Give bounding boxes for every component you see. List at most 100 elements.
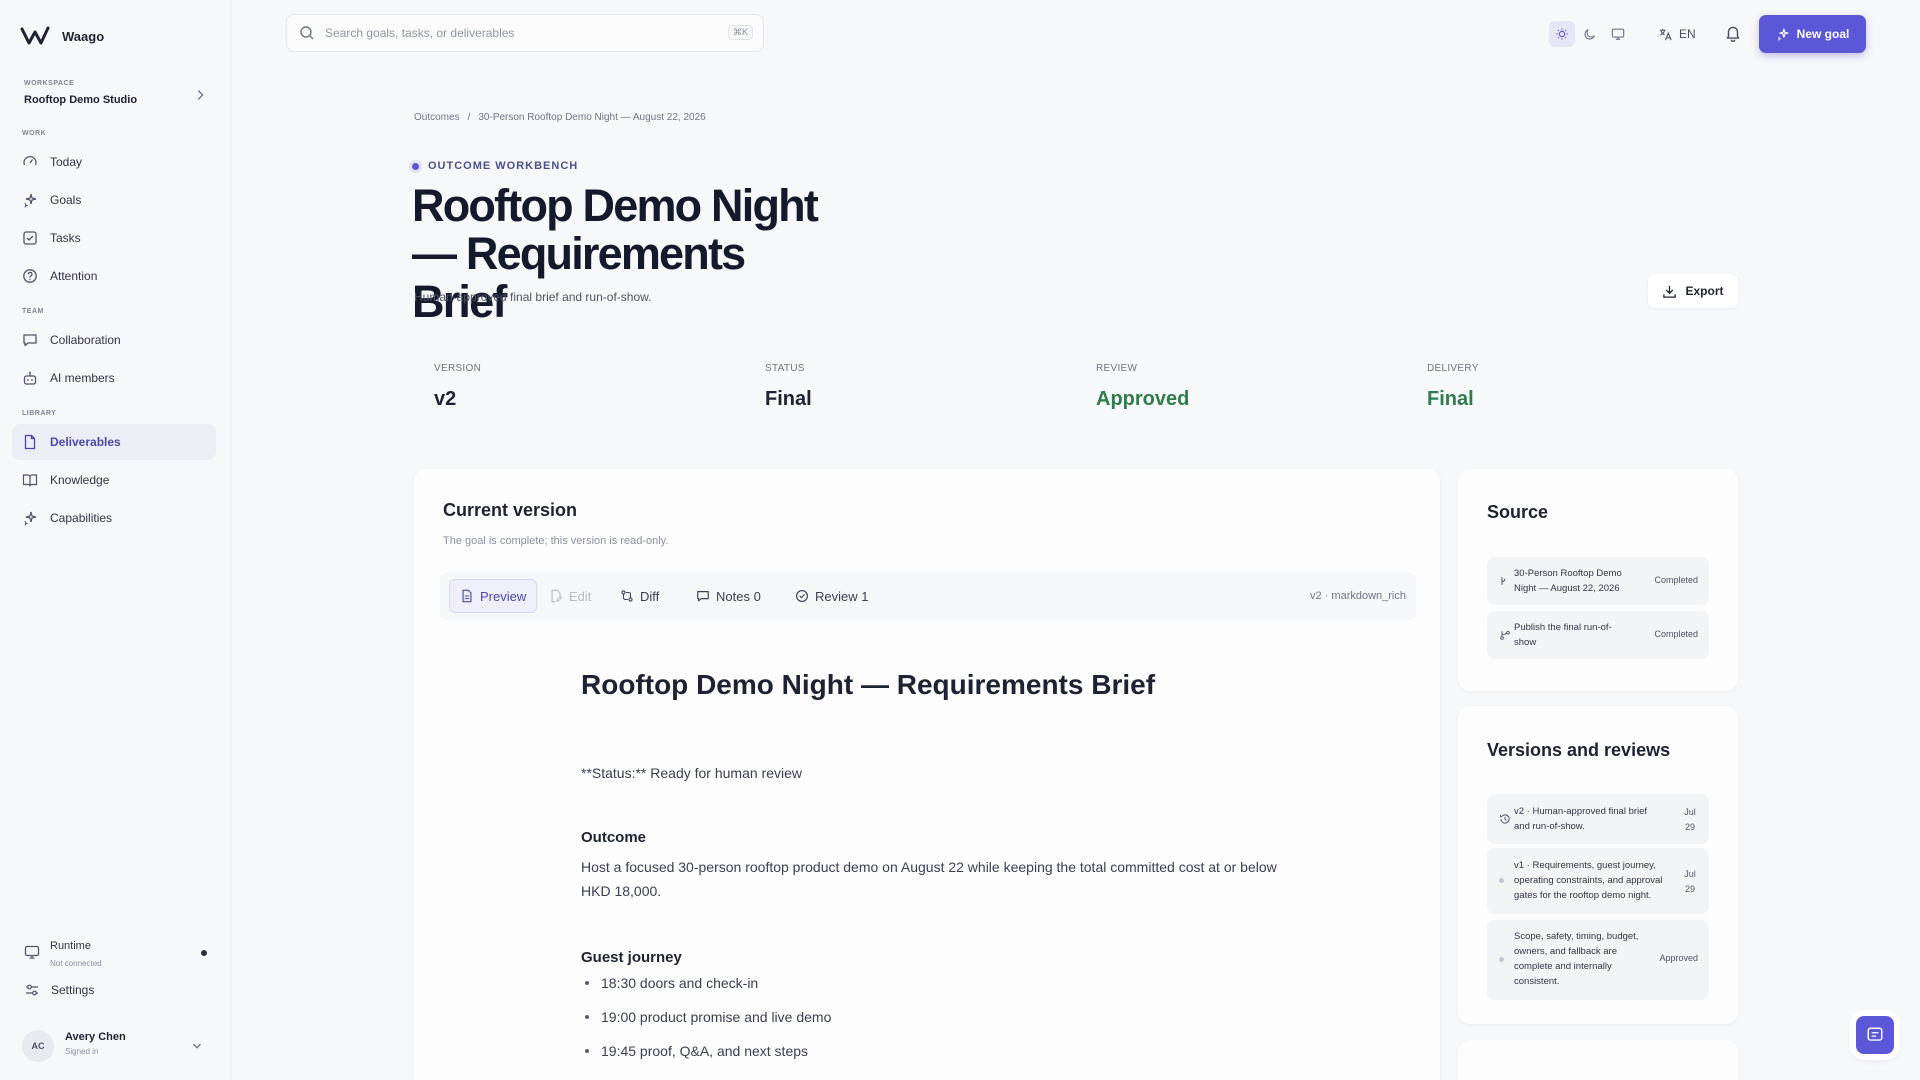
tab-label: Diff xyxy=(640,588,660,604)
tab-edit[interactable]: Edit xyxy=(539,579,601,613)
breadcrumb-separator: / xyxy=(467,112,471,123)
status-badge: Completed xyxy=(1654,629,1698,639)
version-item[interactable]: v1 · Requirements, guest journey, operat… xyxy=(1487,848,1709,914)
light-theme-button[interactable] xyxy=(1549,21,1575,47)
list-item: 19:00 product promise and live demo xyxy=(581,1009,831,1025)
search-input[interactable] xyxy=(325,26,705,40)
monitor-icon xyxy=(24,945,40,959)
search-box[interactable]: ⌘K xyxy=(286,14,764,52)
user-menu[interactable]: AC Avery Chen Signed in xyxy=(22,1028,208,1064)
version-item[interactable]: v2 · Human-approved final brief and run-… xyxy=(1487,794,1709,844)
versions-card: Versions and reviews v2 · Human-approved… xyxy=(1458,706,1738,1024)
history-icon xyxy=(1500,814,1510,824)
status-dot xyxy=(201,950,207,956)
download-icon xyxy=(1663,285,1677,298)
tab-notes[interactable]: Notes 0 xyxy=(686,579,771,613)
top-bar: ⌘K EN New goal xyxy=(232,0,1920,68)
sidebar-item-label: Deliverables xyxy=(50,435,121,449)
sidebar-item-today[interactable]: Today xyxy=(12,144,216,180)
document-heading-journey: Guest journey xyxy=(581,949,682,966)
monitor-icon xyxy=(1611,28,1625,40)
stats-row: VERSION v2 STATUS Final REVIEW Approved … xyxy=(414,345,1738,427)
stat-value: Approved xyxy=(1096,388,1190,410)
sidebar-item-settings[interactable]: Settings xyxy=(24,982,94,998)
language-label: EN xyxy=(1679,27,1696,41)
source-item[interactable]: Publish the final run-of-show Completed xyxy=(1487,611,1709,659)
document-status: **Status:** Ready for human review xyxy=(581,765,802,781)
sidebar: Waago WORKSPACE Rooftop Demo Studio WORK… xyxy=(0,0,232,1080)
chevron-right-icon[interactable] xyxy=(193,88,207,102)
list-item-text: 18:30 doors and check-in xyxy=(601,975,759,991)
page-eyebrow: OUTCOME WORKBENCH xyxy=(412,160,578,172)
tab-diff[interactable]: Diff xyxy=(610,579,669,613)
document-title: Rooftop Demo Night — Requirements Brief xyxy=(581,669,1156,700)
new-goal-button[interactable]: New goal xyxy=(1759,15,1866,53)
status-dot xyxy=(1499,878,1504,883)
version-date: Jul 29 xyxy=(1684,869,1696,894)
new-goal-label: New goal xyxy=(1796,27,1850,41)
stat-value: Final xyxy=(1427,388,1474,410)
sidebar-item-label: Capabilities xyxy=(50,511,113,525)
current-version-card: Current version The goal is complete; th… xyxy=(414,469,1440,1080)
chevron-down-icon xyxy=(193,1043,201,1049)
sparkle-icon xyxy=(24,511,37,526)
sidebar-item-tasks[interactable]: Tasks xyxy=(12,220,216,256)
partial-card xyxy=(1458,1040,1738,1080)
list-item: 19:45 proof, Q&A, and next steps xyxy=(581,1043,808,1059)
section-label-library: LIBRARY xyxy=(22,410,57,417)
dark-theme-button[interactable] xyxy=(1577,21,1603,47)
sidebar-item-attention[interactable]: Attention xyxy=(12,258,216,294)
tab-review[interactable]: Review 1 xyxy=(785,579,878,613)
review-item[interactable]: Scope, safety, timing, budget, owners, a… xyxy=(1487,920,1709,1000)
bullet xyxy=(585,1049,589,1053)
system-theme-button[interactable] xyxy=(1605,21,1631,47)
message-icon xyxy=(23,334,37,347)
user-status: Signed in xyxy=(65,1047,99,1056)
workspace-label: WORKSPACE xyxy=(24,80,75,87)
gauge-icon xyxy=(23,155,37,166)
file-edit-icon xyxy=(551,589,563,603)
sidebar-item-label: Knowledge xyxy=(50,473,110,487)
stat-label: STATUS xyxy=(765,363,805,374)
section-label-work: WORK xyxy=(22,130,47,137)
source-item[interactable]: 30-Person Rooftop Demo Night — August 22… xyxy=(1487,557,1709,605)
document-preview: Rooftop Demo Night — Requirements Brief … xyxy=(581,669,1281,1059)
eyebrow-label: OUTCOME WORKBENCH xyxy=(428,160,579,172)
book-icon xyxy=(22,474,38,487)
chat-button[interactable] xyxy=(1856,1016,1894,1054)
tab-preview[interactable]: Preview xyxy=(449,579,538,613)
sidebar-item-label: Today xyxy=(50,155,83,169)
runtime-title: Runtime xyxy=(50,940,91,952)
git-branch-icon xyxy=(1501,577,1506,585)
runtime-status-text: Not connected xyxy=(50,959,102,968)
bell-icon[interactable] xyxy=(1724,24,1742,42)
brand-name: Waago xyxy=(62,28,105,44)
stat-label: DELIVERY xyxy=(1427,363,1479,374)
language-switcher[interactable]: EN xyxy=(1650,18,1704,50)
export-button[interactable]: Export xyxy=(1648,274,1738,308)
sidebar-item-ai-members[interactable]: AI members xyxy=(12,360,216,396)
sidebar-item-deliverables[interactable]: Deliverables xyxy=(12,424,216,460)
user-name: Avery Chen xyxy=(65,1031,126,1043)
sidebar-item-goals[interactable]: Goals xyxy=(12,182,216,218)
breadcrumb-root[interactable]: Outcomes xyxy=(414,112,460,123)
brand[interactable]: Waago xyxy=(20,24,104,48)
sidebar-item-label: Goals xyxy=(50,193,82,207)
list-item-text: 19:00 product promise and live demo xyxy=(601,1009,832,1025)
sidebar-item-label: Attention xyxy=(50,269,98,283)
status-badge: Completed xyxy=(1654,575,1698,585)
tab-label: Review 1 xyxy=(815,588,869,604)
review-item-text: Scope, safety, timing, budget, owners, a… xyxy=(1514,931,1639,987)
avatar: AC xyxy=(22,1030,54,1062)
sidebar-item-collaboration[interactable]: Collaboration xyxy=(12,322,216,358)
checkbox-icon xyxy=(23,231,37,245)
sidebar-item-knowledge[interactable]: Knowledge xyxy=(12,462,216,498)
list-item: 18:30 doors and check-in xyxy=(581,975,758,991)
card-title: Current version xyxy=(443,500,578,520)
stat-delivery: DELIVERY Final xyxy=(1407,345,1738,427)
file-text-icon xyxy=(462,589,472,603)
workspace-name[interactable]: Rooftop Demo Studio xyxy=(24,94,137,106)
card-title: Source xyxy=(1487,502,1549,522)
sidebar-item-capabilities[interactable]: Capabilities xyxy=(12,500,216,536)
stat-label: REVIEW xyxy=(1096,363,1138,374)
